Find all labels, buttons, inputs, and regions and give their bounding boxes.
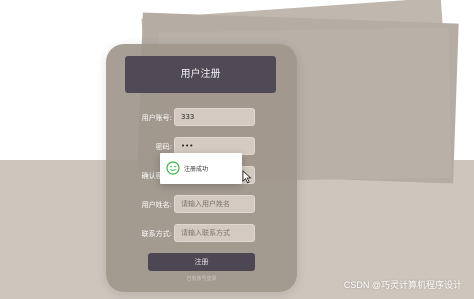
fullname-label: 用户姓名: [141, 201, 172, 209]
username-label: 用户账号: [141, 114, 172, 122]
login-link[interactable]: 已有账号登录 [148, 275, 255, 282]
register-button[interactable]: 注册 [148, 253, 255, 271]
smile-icon [166, 161, 180, 175]
toast-message: 注册成功 [184, 166, 209, 173]
username-input[interactable]: 333 [174, 108, 255, 126]
contact-label: 联系方式: [141, 230, 172, 238]
success-toast: 注册成功 [160, 153, 242, 184]
mouse-cursor-icon [242, 170, 252, 184]
register-title: 用户注册 [125, 56, 276, 93]
password-label: 密码: [155, 143, 172, 151]
watermark: CSDN @巧灵计算机程序设计 [343, 280, 462, 290]
fullname-input[interactable]: 请输入用户姓名 [174, 195, 255, 213]
contact-input[interactable]: 请输入联系方式 [174, 224, 255, 242]
